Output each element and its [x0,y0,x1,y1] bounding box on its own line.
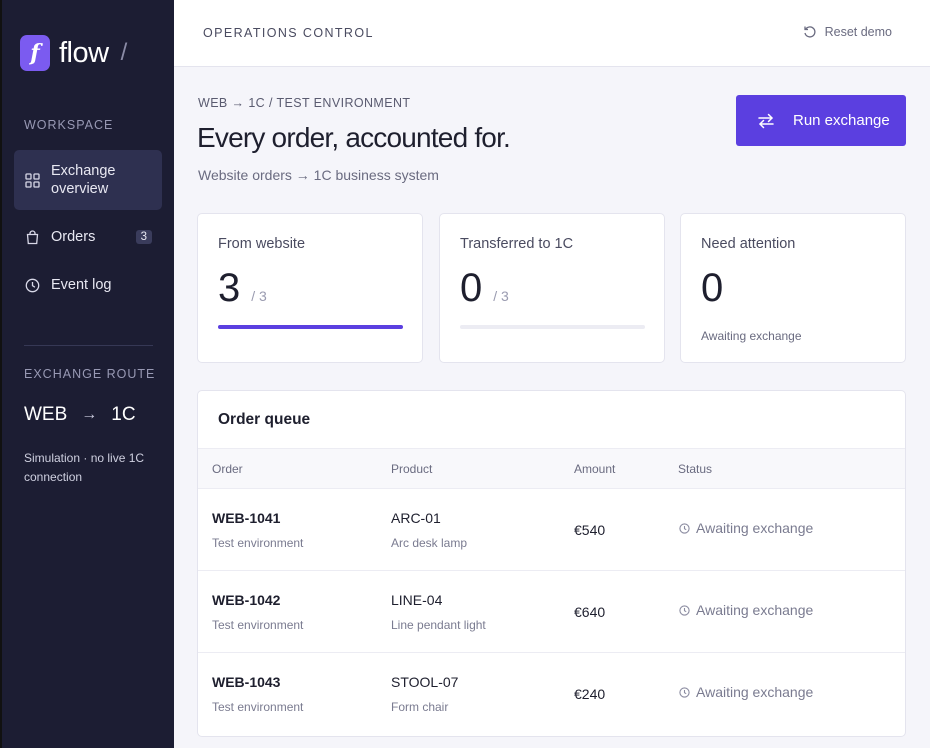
grid-icon [25,172,40,188]
page-title: Every order, accounted for. [197,122,511,153]
stat-number: 3 [218,266,241,310]
product-name: Line pendant light [391,618,486,632]
order-id: WEB-1043 [212,674,281,690]
logo-mark-icon: f [20,35,50,71]
reset-demo-label: Reset demo [824,25,892,39]
clock-icon [679,604,690,616]
order-amount: €640 [574,604,606,620]
stat-note: Awaiting exchange [701,329,802,343]
order-queue-table: Order queue Order Product Amount Status … [197,390,906,737]
order-amount: €240 [574,686,606,702]
stat-value: 3 / 3 [218,266,267,311]
column-header-order: Order [212,462,243,476]
order-environment: Test environment [212,536,304,550]
progress-bar [218,325,403,329]
order-id: WEB-1042 [212,592,281,608]
column-header-status: Status [678,462,713,476]
status-badge: Awaiting exchange [679,684,813,700]
breadcrumb: WEB → 1C / TEST ENVIRONMENT [198,96,411,110]
stat-value: 0 [701,266,723,311]
stat-label: Transferred to 1C [460,236,574,252]
page-subtitle: Website orders → 1C business system [198,167,439,183]
brand-name: flow [59,36,109,69]
stat-card-transferred: Transferred to 1C 0 / 3 [439,213,665,363]
table-row[interactable]: WEB-1041 Test environment ARC-01 Arc desk l… [198,489,905,571]
column-header-amount: Amount [574,462,616,476]
status-text: Awaiting exchange [696,520,814,536]
logo[interactable]: f flow / [20,35,127,71]
stat-number: 0 [460,266,483,310]
stat-total: / 3 [251,288,267,304]
product-sku: LINE-04 [391,592,443,608]
status-text: Awaiting exchange [696,684,814,700]
stat-total: / 3 [493,288,509,304]
status-text: Awaiting exchange [696,602,814,618]
order-id: WEB-1041 [212,510,281,526]
sidebar-item-exchange-overview[interactable]: Exchange overview [14,150,162,210]
bag-icon [25,229,40,245]
stat-label: From website [218,236,306,252]
clock-icon [679,522,690,534]
reset-demo-button[interactable]: Reset demo [803,25,892,39]
stat-card-from-website: From website 3 / 3 [197,213,423,363]
exchange-route-heading: EXCHANGE ROUTE [24,367,156,381]
order-amount: €540 [574,522,606,538]
table-row[interactable]: WEB-1042 Test environment LINE-04 Line pend… [198,571,905,653]
clock-icon [679,686,690,698]
table-header: Order Product Amount Status [198,448,905,489]
status-badge: Awaiting exchange [679,520,813,536]
stat-value: 0 / 3 [460,266,509,311]
exchange-route: WEB → 1C [24,404,136,426]
product-sku: STOOL-07 [391,674,459,690]
sidebar-item-label: Exchange overview [51,163,116,197]
route-arrow-icon: → [81,406,98,423]
progress-bar [460,325,645,329]
sidebar: f flow / WORKSPACE Exchange overview Ord… [0,0,174,748]
column-header-product: Product [391,462,433,476]
simulation-note: Simulation · no live 1C connection [24,451,145,484]
product-name: Arc desk lamp [391,536,468,550]
orders-count-badge: 3 [135,230,152,244]
order-queue-title: Order queue [218,411,311,428]
stat-number: 0 [701,266,724,310]
topbar: OPERATIONS CONTROL Reset demo [174,0,930,67]
status-badge: Awaiting exchange [679,602,813,618]
run-exchange-label: Run exchange [793,112,890,129]
page-section-title: OPERATIONS CONTROL [203,26,374,40]
brand-slash: / [120,39,128,66]
sidebar-item-orders[interactable]: Orders 3 [14,224,162,250]
clock-icon [25,278,40,293]
sidebar-divider [24,345,153,346]
sidebar-item-label: Event log [51,277,112,293]
product-name: Form chair [391,700,449,714]
stat-card-need-attention: Need attention 0 Awaiting exchange [680,213,906,363]
swap-arrows-icon [757,113,775,129]
route-from: WEB [24,404,68,425]
run-exchange-button[interactable]: Run exchange [736,95,906,146]
workspace-heading: WORKSPACE [24,118,114,132]
reset-icon [803,26,816,38]
table-row[interactable]: WEB-1043 Test environment STOOL-07 Form cha… [198,653,905,735]
sidebar-item-label: Orders [51,229,96,245]
route-to: 1C [111,404,136,425]
order-environment: Test environment [212,618,304,632]
stat-label: Need attention [701,236,796,252]
order-environment: Test environment [212,700,304,714]
progress-bar-fill [218,325,403,329]
product-sku: ARC-01 [391,510,441,526]
sidebar-item-event-log[interactable]: Event log [14,272,162,298]
